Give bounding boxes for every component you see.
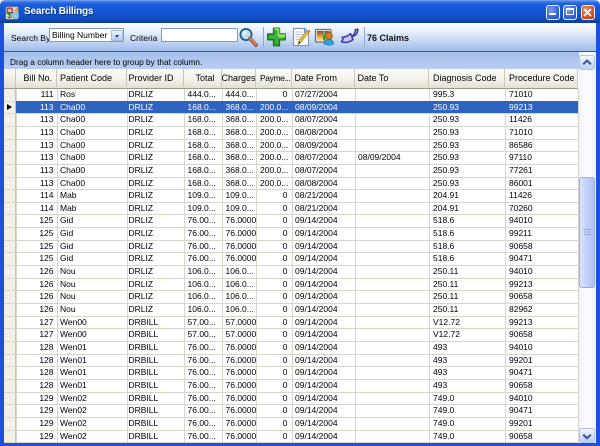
svg-text:$: $ (7, 10, 12, 20)
